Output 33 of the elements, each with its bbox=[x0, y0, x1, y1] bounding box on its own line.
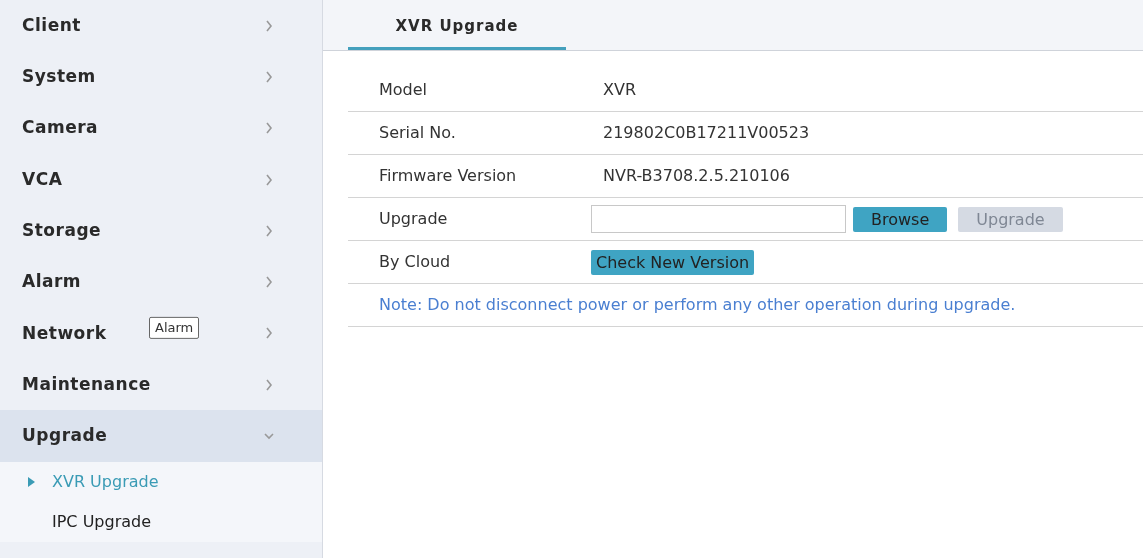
tab[interactable]: XVR Upgrade bbox=[348, 0, 566, 50]
sidebar-item[interactable]: Upgrade bbox=[0, 410, 322, 462]
field-value: NVR-B3708.2.5.210106 bbox=[603, 165, 790, 187]
chevron-right-icon bbox=[264, 378, 274, 391]
sidebar-item[interactable]: VCA bbox=[0, 153, 322, 206]
sidebar-item[interactable]: Storage bbox=[0, 205, 322, 257]
field-label: Firmware Version bbox=[378, 165, 518, 187]
field-label: Upgrade bbox=[378, 208, 449, 230]
field-label: Model bbox=[378, 79, 429, 101]
sidebar-item[interactable]: Camera bbox=[0, 102, 322, 154]
chevron-right-icon bbox=[264, 122, 274, 135]
triangle-icon bbox=[28, 476, 35, 487]
tooltip: Alarm bbox=[149, 317, 200, 339]
submenu-item[interactable]: IPC Upgrade bbox=[0, 501, 322, 542]
file-path-field[interactable] bbox=[591, 205, 846, 233]
chevron-right-icon bbox=[264, 19, 274, 32]
chevron-right-icon bbox=[264, 327, 274, 340]
button[interactable]: Browse bbox=[853, 206, 948, 232]
chevron-right-icon bbox=[264, 224, 274, 237]
chevron-right-icon bbox=[264, 173, 274, 186]
sidebar-item[interactable]: Network Alarm bbox=[0, 307, 322, 360]
sidebar-item[interactable]: Maintenance bbox=[0, 359, 322, 411]
note-text: Note: Do not disconnect power or perform any other operation during upgrade. bbox=[378, 294, 1016, 316]
chevron-down-icon bbox=[264, 430, 274, 442]
chevron-right-icon bbox=[264, 276, 274, 289]
sidebar-item[interactable]: Alarm bbox=[0, 256, 322, 308]
sidebar-item[interactable]: System bbox=[0, 51, 322, 103]
field-value: 219802C0B17211V00523 bbox=[603, 122, 810, 144]
sidebar-item[interactable]: Client bbox=[0, 0, 322, 52]
chevron-right-icon bbox=[264, 70, 274, 83]
field-value: XVR bbox=[603, 79, 637, 101]
button[interactable]: Check New Version bbox=[591, 249, 755, 275]
field-label: Serial No. bbox=[378, 122, 457, 144]
